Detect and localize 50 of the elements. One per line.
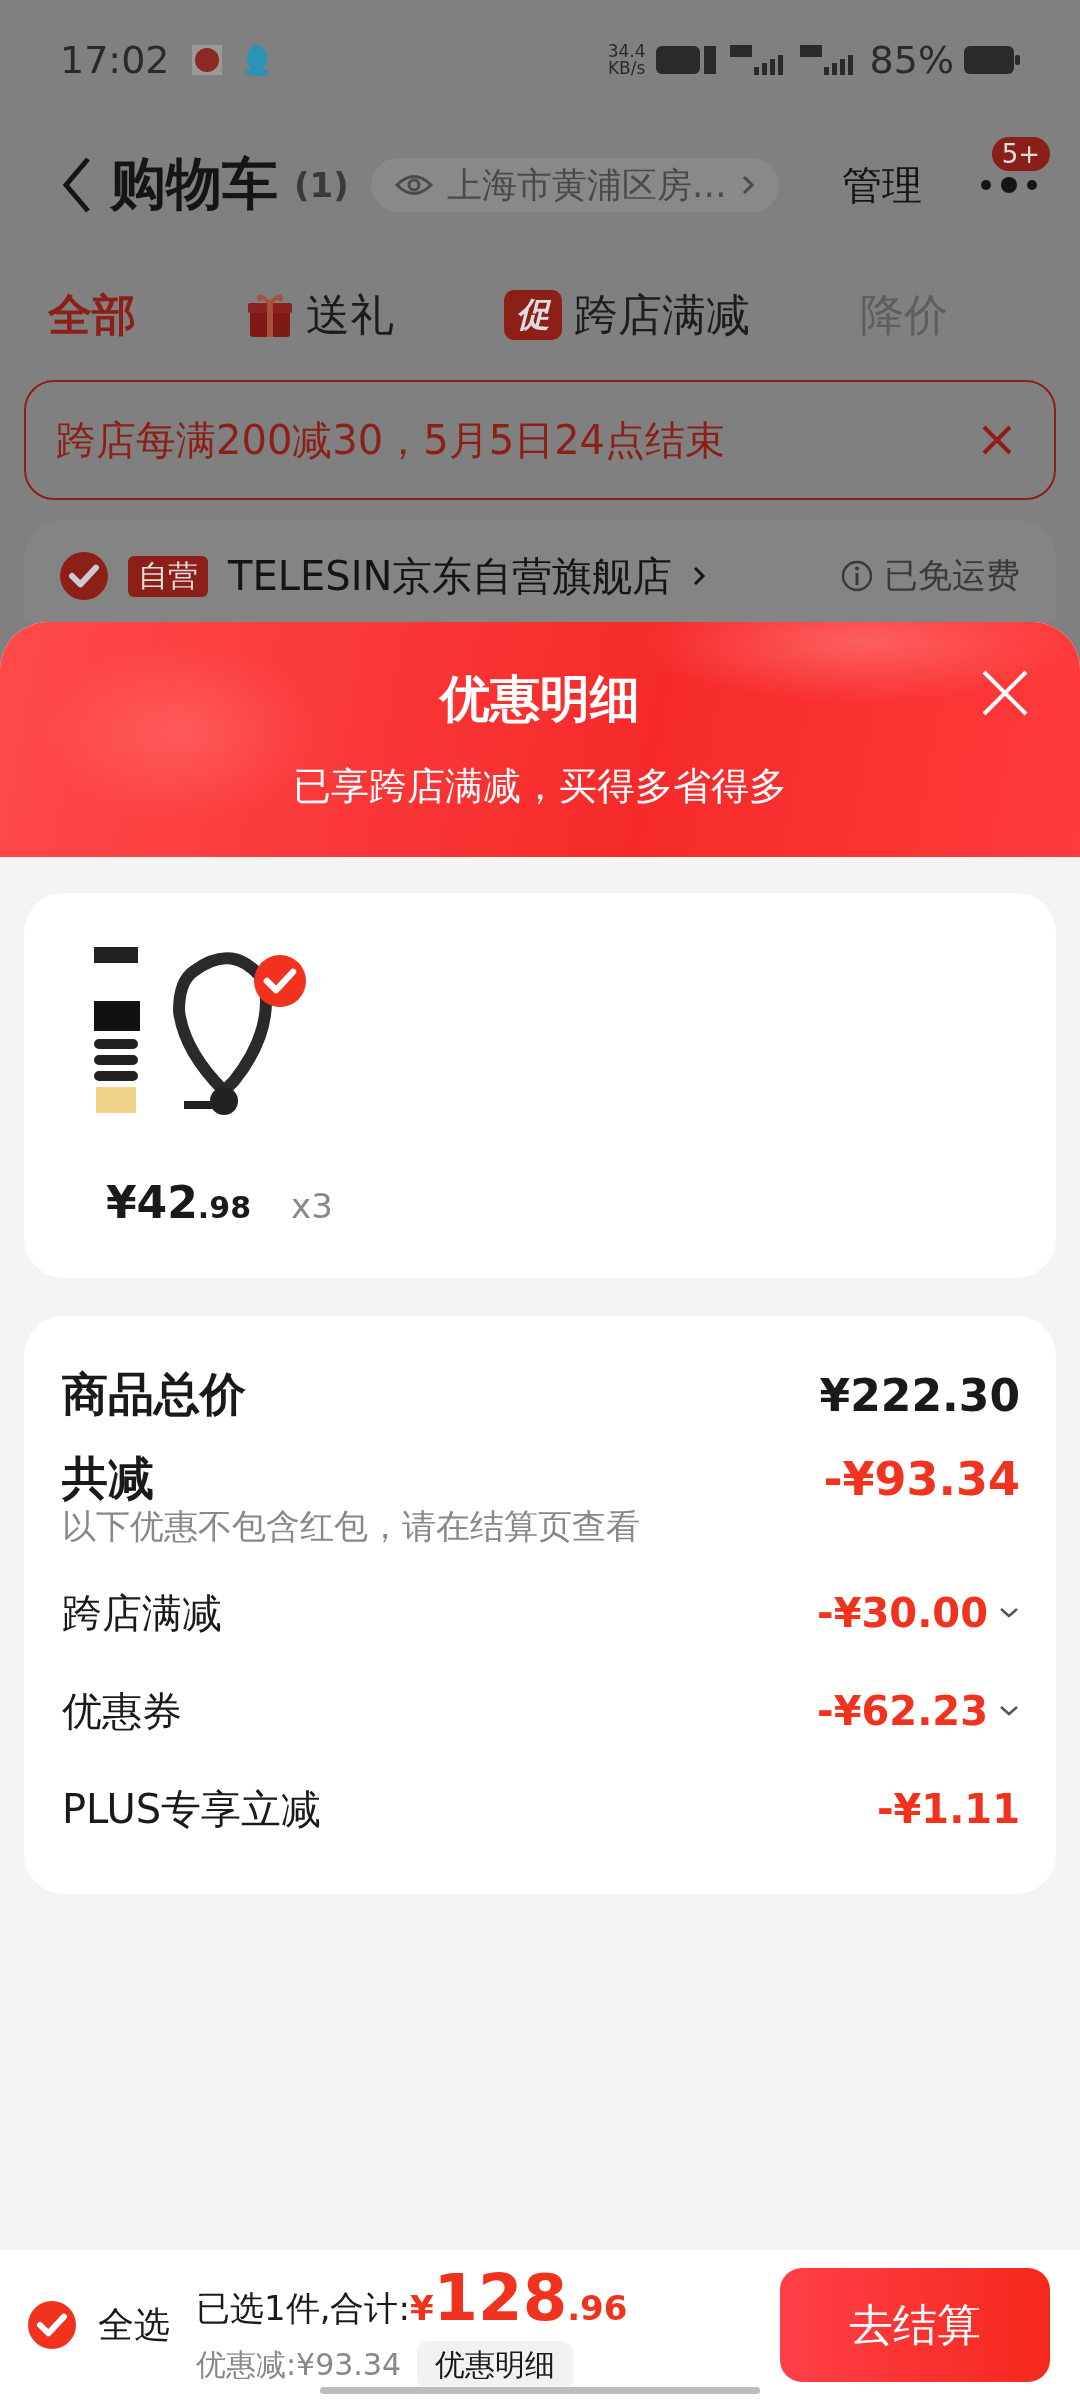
battery-level: 85% [869,38,954,82]
notification-badge: 5+ [989,135,1052,173]
chevron-right-icon [692,565,707,587]
summary-note: 以下优惠不包含红包，请在结算页查看 [62,1505,641,1548]
select-all-checkbox[interactable]: 全选 [28,2300,170,2350]
checkout-button[interactable]: 去结算 [780,2268,1050,2382]
filter-tab[interactable]: 送礼 [246,285,394,345]
filter-tab[interactable]: 促 跨店满减 [504,285,750,345]
total-price: ¥128.96 [409,2260,628,2335]
chevron-down-icon [998,1606,1020,1620]
network-speed-unit: KB/s [607,60,646,77]
check-icon [28,2301,76,2349]
filter-tab[interactable]: 全部 [48,285,136,345]
chevron-right-icon [740,174,755,196]
summary-amount: -¥93.34 [823,1452,1020,1506]
summary-amount: ¥222.30 [819,1369,1020,1421]
network-speed: 34.4 [607,43,646,60]
summary-label: 优惠券 [62,1686,182,1736]
product-quantity: x3 [291,1186,333,1226]
info-icon [840,559,874,593]
store-name[interactable]: TELESIN京东自营旗舰店 [228,548,673,604]
summary-amount: -¥1.11 [876,1786,1020,1832]
manage-button[interactable]: 管理 [842,157,922,213]
sheet-title: 优惠明细 [440,669,640,730]
summary-label: PLUS专享立减 [62,1784,322,1834]
item-count: (1) [294,165,349,205]
discount-detail-button[interactable]: 优惠明细 [417,2340,574,2390]
gift-icon [246,291,294,339]
summary-amount-toggle[interactable]: -¥62.23 [817,1688,1020,1734]
product-price: ¥42.98 [106,1177,251,1228]
battery-icon [964,46,1020,74]
shipping-note: 已免运费 [884,554,1020,597]
promo-banner-text: 跨店每满200减30，5月5日24点结束 [56,415,727,465]
self-operated-tag: 自营 [128,555,208,597]
chevron-down-icon [998,1704,1020,1718]
discount-amount: 优惠减:¥93.34 [196,2345,402,2384]
eye-icon [394,172,433,198]
page-title: 购物车 [110,150,278,218]
location-selector[interactable]: 上海市黄浦区房… [370,158,779,212]
sheet-subtitle: 已享跨店满减，买得多省得多 [293,763,787,810]
summary-label: 商品总价 [62,1366,246,1423]
close-icon[interactable] [980,668,1030,718]
more-icon[interactable] [978,175,1040,195]
selected-count-label: 已选1件,合计: [196,2286,410,2330]
summary-amount-toggle[interactable]: -¥30.00 [817,1590,1020,1636]
clock: 17:02 [60,38,170,82]
store-checkbox[interactable] [60,552,108,600]
summary-label: 共减 [62,1450,154,1507]
summary-label: 跨店满减 [62,1588,222,1638]
promo-badge: 促 [504,290,562,340]
